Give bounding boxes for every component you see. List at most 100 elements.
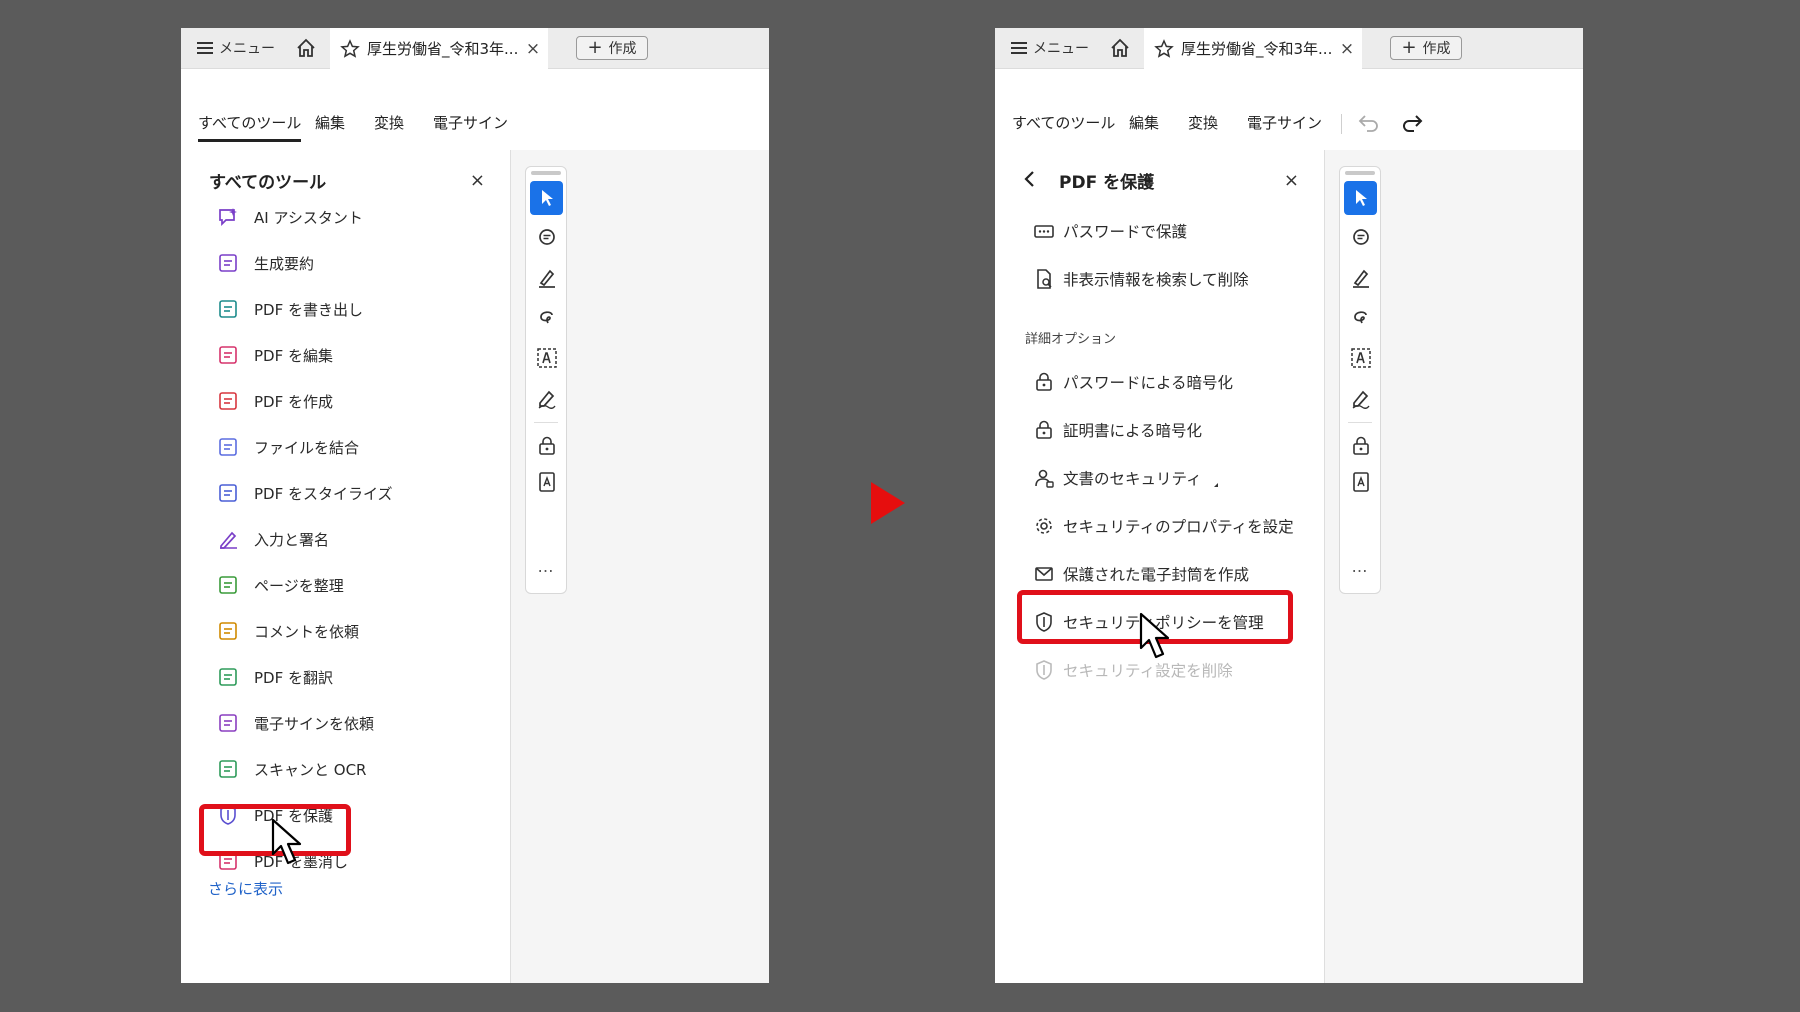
undo-icon[interactable] bbox=[1357, 112, 1381, 132]
item-security-properties[interactable]: セキュリティのプロパティを設定 bbox=[1033, 512, 1294, 540]
protect-tool[interactable] bbox=[1344, 429, 1377, 463]
draw-tool[interactable] bbox=[1344, 301, 1377, 335]
sign-tool[interactable] bbox=[1344, 381, 1377, 415]
menu-bar: すべてのツール 編集 変換 電子サイン bbox=[995, 69, 1583, 151]
create-button[interactable]: + 作成 bbox=[576, 36, 648, 60]
tool-create-pdf[interactable]: PDF を作成 bbox=[217, 387, 333, 415]
secure-envelope-icon bbox=[1033, 563, 1055, 585]
tool-generative-summary[interactable]: 生成要約 bbox=[217, 249, 314, 277]
create-label: 作成 bbox=[608, 41, 637, 57]
tool-scan-ocr[interactable]: スキャンと OCR bbox=[217, 755, 366, 783]
export-tool[interactable] bbox=[530, 465, 563, 499]
menu-convert[interactable]: 変換 bbox=[1188, 112, 1218, 133]
menu-label: メニュー bbox=[1033, 41, 1089, 57]
document-canvas[interactable]: … bbox=[1325, 150, 1583, 983]
tool-redact-pdf[interactable]: PDF を墨消し bbox=[217, 847, 348, 875]
select-tool[interactable] bbox=[1344, 181, 1377, 215]
sign-icon bbox=[1352, 390, 1370, 409]
item-password-encrypt[interactable]: パスワードによる暗号化 bbox=[1033, 368, 1233, 396]
request-comments-icon bbox=[217, 620, 239, 642]
plus-icon: + bbox=[1401, 37, 1417, 58]
hamburger-icon bbox=[1011, 42, 1027, 54]
create-button[interactable]: + 作成 bbox=[1390, 36, 1462, 60]
draw-tool[interactable] bbox=[530, 301, 563, 335]
tool-translate-pdf[interactable]: PDF を翻訳 bbox=[217, 663, 333, 691]
item-certificate-encrypt[interactable]: 証明書による暗号化 bbox=[1033, 416, 1202, 444]
close-tab-icon[interactable]: × bbox=[1338, 39, 1356, 59]
text-recognition-tool[interactable] bbox=[1344, 341, 1377, 375]
ai-assistant-icon bbox=[219, 208, 237, 227]
home-icon[interactable] bbox=[295, 37, 317, 59]
tool-request-esign[interactable]: 電子サインを依頼 bbox=[217, 709, 374, 737]
sign-tool[interactable] bbox=[530, 381, 563, 415]
document-tab[interactable]: 厚生労働省_令和3年... × bbox=[330, 28, 548, 69]
tool-label: 入力と署名 bbox=[254, 530, 330, 549]
menu-esign[interactable]: 電子サイン bbox=[1247, 112, 1322, 133]
more-tools-icon[interactable]: … bbox=[526, 557, 566, 576]
fill-sign-icon bbox=[220, 531, 237, 549]
item-remove-security: セキュリティ設定を削除 bbox=[1033, 656, 1233, 684]
tool-organize-pages[interactable]: ページを整理 bbox=[217, 571, 344, 599]
close-panel-icon[interactable]: × bbox=[470, 170, 485, 191]
menu-all-tools[interactable]: すべてのツール bbox=[1012, 112, 1115, 133]
tool-combine-files[interactable]: ファイルを結合 bbox=[217, 433, 359, 461]
close-tab-icon[interactable]: × bbox=[524, 39, 542, 59]
comment-icon bbox=[538, 229, 555, 245]
comment-tool[interactable] bbox=[1344, 221, 1377, 255]
more-tools-icon[interactable]: … bbox=[1340, 557, 1380, 576]
export-tool[interactable] bbox=[1344, 465, 1377, 499]
submenu-caret-icon bbox=[1213, 483, 1218, 487]
menu-button[interactable]: メニュー bbox=[197, 38, 275, 58]
back-chevron-icon[interactable] bbox=[1021, 169, 1039, 189]
document-tab[interactable]: 厚生労働省_令和3年... × bbox=[1144, 28, 1362, 69]
toolbar-divider bbox=[1341, 114, 1342, 134]
comment-tool[interactable] bbox=[530, 221, 563, 255]
toolbar-grip[interactable] bbox=[1345, 171, 1375, 175]
remove-hidden-info-icon bbox=[1037, 269, 1052, 289]
tool-protect-pdf[interactable]: PDF を保護 bbox=[217, 801, 333, 829]
select-tool[interactable] bbox=[530, 181, 563, 215]
tool-label: 生成要約 bbox=[254, 254, 315, 273]
tool-ai-assistant[interactable]: AI アシスタント bbox=[217, 203, 363, 231]
home-icon[interactable] bbox=[1109, 37, 1131, 59]
item-label: 文書のセキュリティ bbox=[1063, 470, 1202, 488]
document-canvas[interactable]: … bbox=[511, 150, 769, 983]
text-recognition-tool[interactable] bbox=[530, 341, 563, 375]
menu-all-tools[interactable]: すべてのツール bbox=[198, 112, 302, 142]
export-icon bbox=[1352, 472, 1369, 492]
password-encrypt-icon bbox=[1033, 371, 1055, 393]
menu-edit[interactable]: 編集 bbox=[315, 112, 345, 133]
toolbar-grip[interactable] bbox=[531, 171, 561, 175]
item-secure-envelope[interactable]: 保護された電子封筒を作成 bbox=[1033, 560, 1249, 588]
menu-convert[interactable]: 変換 bbox=[374, 112, 404, 133]
tool-request-comments[interactable]: コメントを依頼 bbox=[217, 617, 359, 645]
tool-label: PDF を翻訳 bbox=[254, 668, 333, 687]
tool-fill-sign[interactable]: 入力と署名 bbox=[217, 525, 329, 553]
item-label: パスワードで保護 bbox=[1063, 223, 1188, 241]
password-protect-icon bbox=[1034, 225, 1054, 238]
tab-bar: メニュー 厚生労働省_令和3年... × + 作成 bbox=[181, 28, 769, 69]
item-password-protect[interactable]: パスワードで保護 bbox=[1033, 217, 1187, 245]
tool-label: PDF をスタイライズ bbox=[254, 484, 393, 503]
menu-button[interactable]: メニュー bbox=[1011, 38, 1089, 58]
quick-tools-bar: … bbox=[1339, 166, 1381, 594]
protect-tool[interactable] bbox=[530, 429, 563, 463]
star-icon[interactable] bbox=[340, 38, 360, 59]
menu-edit[interactable]: 編集 bbox=[1129, 112, 1159, 133]
star-icon[interactable] bbox=[1154, 38, 1174, 59]
panel-title: PDF を保護 bbox=[1059, 173, 1155, 193]
app-window-before: メニュー 厚生労働省_令和3年... × + 作成 すべてのツール 編集 変換 … bbox=[181, 28, 769, 983]
highlight-tool[interactable] bbox=[530, 261, 563, 295]
item-manage-security-policy[interactable]: セキュリティポリシーを管理 bbox=[1033, 608, 1264, 636]
menu-esign[interactable]: 電子サイン bbox=[433, 112, 508, 133]
highlight-tool[interactable] bbox=[1344, 261, 1377, 295]
tool-edit-pdf[interactable]: PDF を編集 bbox=[217, 341, 333, 369]
show-more-link[interactable]: さらに表示 bbox=[208, 878, 283, 899]
close-panel-icon[interactable]: × bbox=[1284, 170, 1299, 191]
item-remove-hidden-info[interactable]: 非表示情報を検索して削除 bbox=[1033, 265, 1249, 293]
item-document-security[interactable]: 文書のセキュリティ bbox=[1033, 464, 1218, 492]
tool-stylize-pdf[interactable]: PDF をスタイライズ bbox=[217, 479, 393, 507]
draw-freeform-icon bbox=[1353, 311, 1367, 324]
tool-export-pdf[interactable]: PDF を書き出し bbox=[217, 295, 363, 323]
redo-icon[interactable] bbox=[1400, 112, 1424, 132]
